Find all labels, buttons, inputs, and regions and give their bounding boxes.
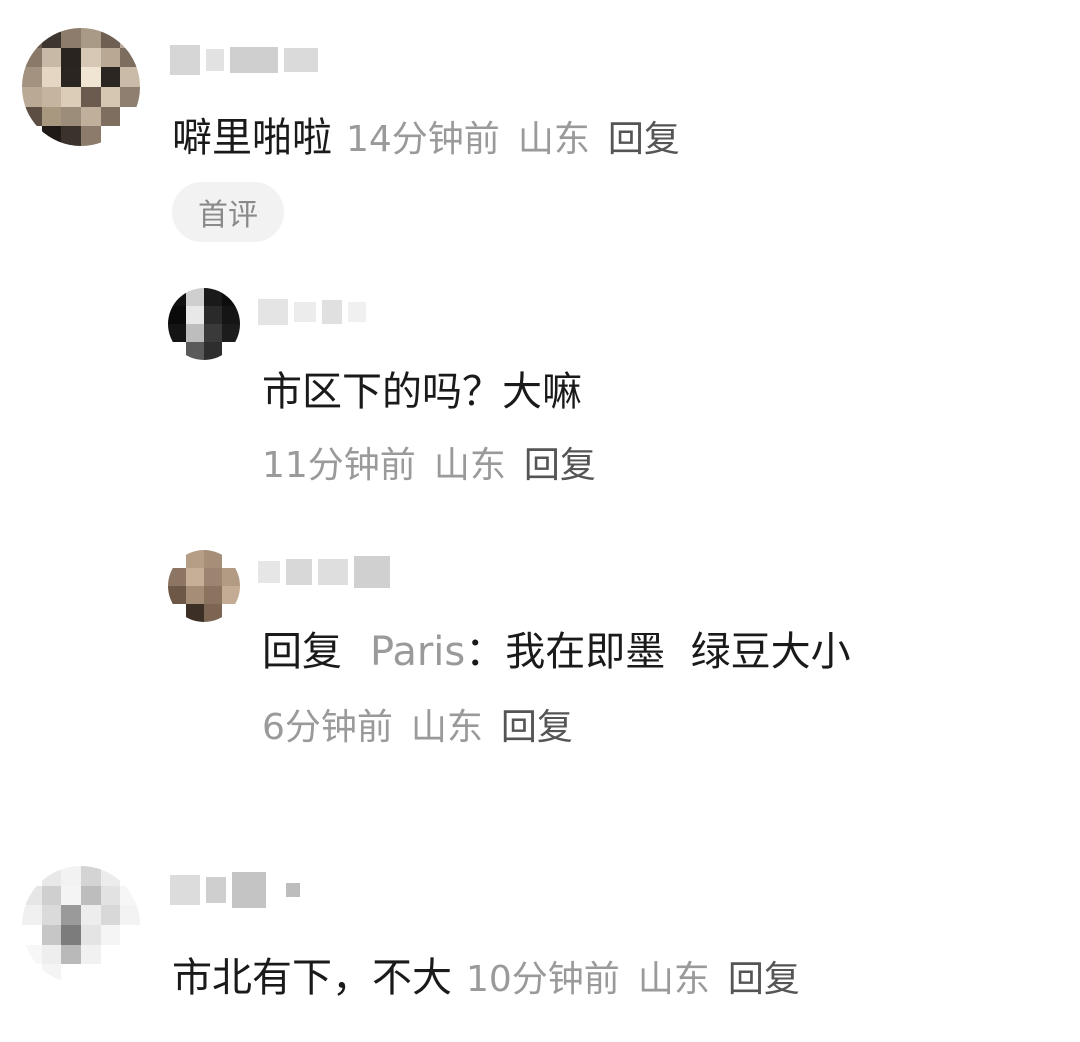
reply-button[interactable]: 回复: [728, 959, 800, 1000]
comment-text: 噼里啪啦: [172, 115, 332, 161]
comment-location: 山东: [517, 119, 590, 160]
reply-location: 山东: [410, 707, 483, 748]
reply-button[interactable]: 回复: [524, 445, 596, 486]
avatar[interactable]: [168, 550, 240, 622]
reply-line: 回复 Paris：我在即墨 绿豆大小: [262, 632, 851, 672]
username-blurred[interactable]: [258, 552, 390, 592]
reply-time: 11分钟前: [262, 445, 416, 486]
username-blurred[interactable]: [170, 40, 318, 80]
first-comment-badge: 首评: [172, 182, 284, 242]
comment-text: 市北有下，不大: [172, 955, 452, 1001]
reply-meta: 6分钟前 山东 回复: [262, 710, 573, 746]
comment-time: 14分钟前: [346, 119, 500, 160]
avatar[interactable]: [22, 28, 140, 146]
reply-meta: 11分钟前 山东 回复: [262, 448, 596, 484]
reply-text: 我在即墨 绿豆大小: [505, 629, 851, 675]
mention-colon: ：: [465, 629, 506, 675]
reply-prefix: 回复: [262, 629, 342, 675]
reply-location: 山东: [433, 445, 506, 486]
comment-line: 噼里啪啦 14分钟前 山东 回复: [172, 118, 680, 158]
username-blurred[interactable]: [258, 292, 366, 332]
avatar[interactable]: [168, 288, 240, 360]
mention-user[interactable]: Paris: [370, 629, 465, 675]
comment-line: 市北有下，不大 10分钟前 山东 回复: [172, 958, 800, 998]
comment-time: 10分钟前: [466, 959, 620, 1000]
comment-location: 山东: [637, 959, 710, 1000]
reply-button[interactable]: 回复: [501, 707, 573, 748]
reply-time: 6分钟前: [262, 707, 393, 748]
username-blurred[interactable]: [170, 870, 300, 910]
avatar[interactable]: [22, 866, 140, 984]
reply-text: 市区下的吗？大嘛: [262, 369, 582, 415]
reply-button[interactable]: 回复: [608, 119, 680, 160]
